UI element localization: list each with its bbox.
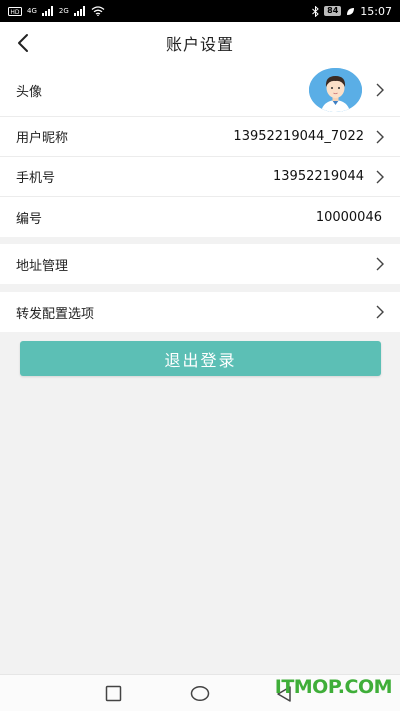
avatar-row[interactable]: 头像 <box>0 64 400 117</box>
back-arrow-icon[interactable] <box>12 31 36 55</box>
leaf-icon <box>347 7 355 15</box>
phone-value: 13952219044 <box>273 169 364 184</box>
page: HD 4G 2G 84 15:07 账户设置 头像 用户昵称 139522190… <box>0 0 400 711</box>
chevron-right-icon <box>376 257 384 271</box>
nickname-label: 用户昵称 <box>16 131 69 146</box>
signal-1-label: 4G <box>27 7 37 15</box>
forward-config-label: 转发配置选项 <box>16 306 95 322</box>
chevron-right-icon <box>376 130 384 143</box>
chevron-right-icon <box>376 170 384 183</box>
forward-config-row[interactable]: 转发配置选项 <box>0 292 400 332</box>
signal-2-label: 2G <box>58 7 69 15</box>
status-bar: HD 4G 2G 84 15:07 <box>0 0 400 22</box>
avatar-image <box>309 68 362 112</box>
id-row: 编号 10000046 <box>0 197 400 237</box>
forward-config-group: 转发配置选项 <box>0 292 400 332</box>
nickname-row[interactable]: 用户昵称 13952219044_7022 <box>0 117 400 157</box>
logout-button[interactable]: 退出登录 <box>20 341 381 376</box>
signal-icon <box>41 6 53 16</box>
clock: 15:07 <box>360 4 392 18</box>
page-title: 账户设置 <box>165 35 234 54</box>
id-value: 10000046 <box>315 209 382 225</box>
hd-icon: HD <box>8 6 22 16</box>
status-bar-left: HD 4G 2G <box>8 6 105 16</box>
recent-apps-icon[interactable] <box>105 685 122 702</box>
nickname-value: 13952219044_7022 <box>233 129 364 144</box>
watermark: ITMOP.COM <box>274 676 393 698</box>
bluetooth-icon <box>312 5 319 17</box>
id-label: 编号 <box>16 211 43 227</box>
avatar <box>309 68 362 112</box>
chevron-right-icon <box>376 83 384 97</box>
avatar-label: 头像 <box>16 84 43 100</box>
signal-icon-2 <box>73 6 85 16</box>
address-group: 地址管理 <box>0 244 400 284</box>
svg-text:HD: HD <box>10 9 20 16</box>
address-management-label: 地址管理 <box>16 258 69 274</box>
battery-level: 84 <box>324 6 342 16</box>
status-bar-right: 84 15:07 <box>312 5 392 18</box>
wifi-icon <box>91 6 105 16</box>
phone-row[interactable]: 手机号 13952219044 <box>0 157 400 197</box>
profile-group: 头像 用户昵称 13952219044_7022 手机号 13952219044… <box>0 64 400 237</box>
header: 账户设置 <box>0 22 400 64</box>
chevron-right-icon <box>376 305 384 319</box>
address-management-row[interactable]: 地址管理 <box>0 244 400 284</box>
home-icon[interactable] <box>190 685 210 702</box>
phone-label: 手机号 <box>16 171 56 186</box>
